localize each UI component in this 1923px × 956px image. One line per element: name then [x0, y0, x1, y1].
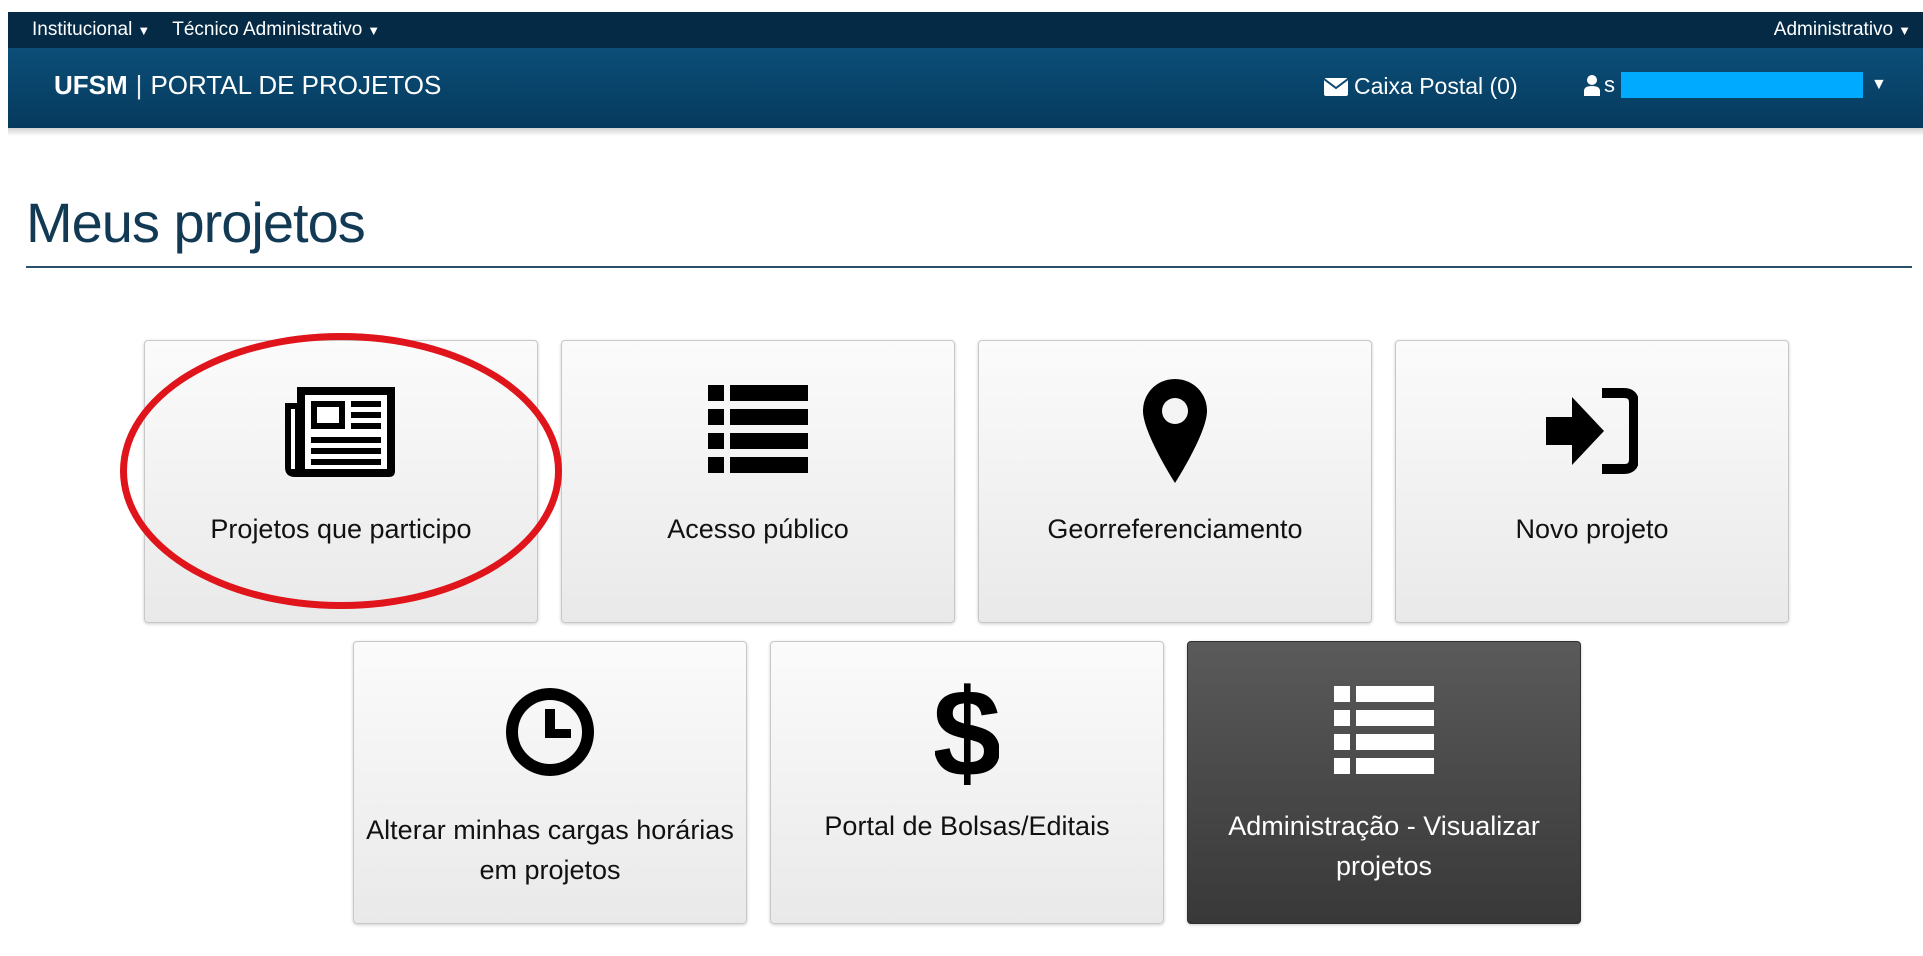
list-icon — [562, 371, 954, 491]
top-utility-bar: Institucional ▼ Técnico Administrativo ▼ A… — [8, 12, 1923, 48]
tile-alterar-cargas-horarias[interactable]: Alterar minhas cargas horárias em projet… — [353, 641, 747, 924]
user-menu[interactable]: s ▼ — [1584, 72, 1887, 98]
brand[interactable]: UFSM | PORTAL DE PROJETOS — [54, 70, 441, 101]
svg-text:$: $ — [935, 672, 999, 792]
brand-title: PORTAL DE PROJETOS — [150, 70, 442, 100]
user-name-initial: s — [1604, 72, 1615, 97]
tile-label: Acesso público — [667, 514, 849, 544]
tile-administracao-visualizar-projetos[interactable]: Administração - Visualizar projetos — [1187, 641, 1581, 924]
title-divider — [26, 266, 1912, 268]
tile-acesso-publico[interactable]: Acesso público — [561, 340, 955, 623]
clock-icon — [354, 672, 746, 792]
dollar-icon: $ — [771, 672, 1163, 792]
redacted-username — [1621, 72, 1863, 98]
user-caret-down-icon: ▼ — [1871, 76, 1887, 93]
tile-label: Projetos que participo — [210, 514, 472, 544]
tile-label: Georreferenciamento — [1047, 514, 1303, 544]
map-marker-icon — [979, 371, 1371, 491]
menu-institucional-label: Institucional — [32, 19, 133, 40]
menu-tecnico-label: Técnico Administrativo — [172, 19, 363, 40]
menu-institucional[interactable]: Institucional ▼ — [32, 19, 150, 41]
brand-separator: | — [135, 70, 143, 100]
list-icon — [1188, 672, 1580, 792]
menu-tecnico-administrativo[interactable]: Técnico Administrativo ▼ — [172, 19, 380, 41]
page-title: Meus projetos — [26, 191, 366, 254]
tile-label: Novo projeto — [1515, 514, 1669, 544]
tile-novo-projeto[interactable]: Novo projeto — [1395, 340, 1789, 623]
header-shadow — [8, 128, 1923, 136]
caret-down-icon: ▼ — [367, 23, 381, 38]
newspaper-icon — [145, 371, 537, 491]
tile-georreferenciamento[interactable]: Georreferenciamento — [978, 340, 1372, 623]
caret-down-icon: ▼ — [137, 23, 151, 38]
sign-in-icon — [1396, 371, 1788, 491]
menu-administrativo[interactable]: Administrativo ▼ — [1774, 19, 1911, 40]
user-icon — [1584, 75, 1600, 96]
menu-administrativo-label: Administrativo — [1773, 19, 1894, 40]
tile-portal-bolsas-editais[interactable]: $ Portal de Bolsas/Editais — [770, 641, 1164, 924]
tile-label: Administração - Visualizar projetos — [1228, 811, 1540, 881]
caret-down-icon: ▼ — [1898, 23, 1911, 38]
envelope-icon — [1324, 77, 1348, 96]
tile-projetos-que-participo[interactable]: Projetos que participo — [144, 340, 538, 623]
main-header: UFSM | PORTAL DE PROJETOS Caixa Postal (0)… — [8, 48, 1923, 136]
tile-label: Alterar minhas cargas horárias em projet… — [366, 815, 734, 885]
tile-label: Portal de Bolsas/Editais — [824, 811, 1110, 841]
top-menu-left: Institucional ▼ Técnico Administrativo ▼ — [32, 19, 380, 41]
brand-short: UFSM — [54, 70, 128, 100]
mailbox-link[interactable]: Caixa Postal (0) — [1324, 73, 1518, 100]
mailbox-label: Caixa Postal (0) — [1354, 73, 1518, 99]
top-menu-right: Administrativo ▼ — [1774, 19, 1911, 41]
